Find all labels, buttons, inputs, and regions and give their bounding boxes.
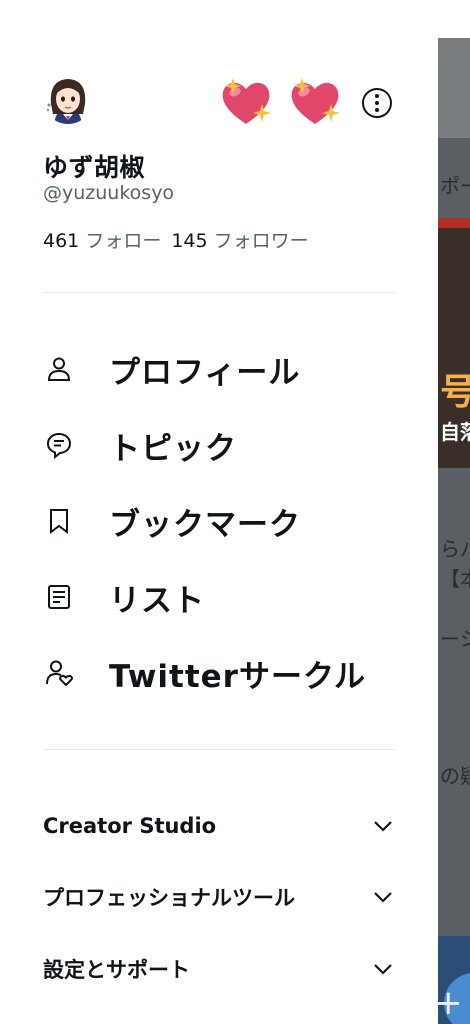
- section-professional-tools[interactable]: プロフェッショナルツール: [43, 872, 395, 922]
- section-settings-support[interactable]: 設定とサポート: [43, 944, 395, 994]
- nav-item-lists[interactable]: リスト: [43, 569, 423, 625]
- following-count: 461: [43, 230, 80, 252]
- nav-item-profile[interactable]: プロフィール: [43, 341, 423, 397]
- background-timeline-overlay[interactable]: ポー 号の 自落 らパ 【本 ーシ の疑 +: [438, 38, 470, 1024]
- nav-label: ブックマーク: [109, 506, 301, 543]
- nav-item-bookmarks[interactable]: ブックマーク: [43, 493, 423, 549]
- section-label: 設定とサポート: [43, 958, 190, 982]
- background-text: ポー: [440, 174, 470, 198]
- section-label: プロフェッショナルツール: [43, 886, 295, 910]
- dot-icon: [375, 108, 379, 112]
- following-label: フォロー: [85, 230, 162, 252]
- dot-icon: [375, 94, 379, 98]
- avatar-illustration: [43, 74, 93, 124]
- person-icon: [43, 353, 75, 385]
- followers-count: 145: [171, 230, 208, 252]
- side-drawer: ゆず胡椒 @yuzuukosyo 461 フォロー 145 フォロワー プロフィー…: [0, 0, 438, 1024]
- display-name[interactable]: ゆず胡椒: [43, 148, 145, 184]
- bookmark-icon: [43, 505, 75, 537]
- nav-item-topics[interactable]: トピック: [43, 417, 423, 473]
- following-link[interactable]: 461 フォロー: [43, 230, 161, 252]
- follow-stats: 461 フォロー 145 フォロワー: [43, 226, 309, 253]
- section-label: Creator Studio: [43, 814, 217, 838]
- lists-icon: [43, 581, 75, 613]
- background-text: らパ: [440, 537, 470, 561]
- avatar[interactable]: [43, 74, 93, 124]
- sparkling-heart-icon: [291, 78, 340, 124]
- nav-label: リスト: [109, 582, 205, 619]
- nav-label: トピック: [109, 430, 237, 467]
- compose-fab[interactable]: +: [438, 973, 470, 1024]
- divider: [43, 292, 395, 293]
- sparkling-heart-icon: [222, 78, 271, 124]
- section-creator-studio[interactable]: Creator Studio: [43, 801, 395, 851]
- background-text: ーシ: [440, 627, 470, 651]
- followers-link[interactable]: 145 フォロワー: [171, 230, 308, 252]
- nav-label: Twitterサークル: [109, 658, 367, 695]
- background-text: の疑: [440, 764, 470, 788]
- background-header: [438, 38, 470, 138]
- background-text: 【本: [440, 567, 470, 591]
- background-media-bar: [438, 218, 470, 228]
- user-handle: @yuzuukosyo: [43, 182, 175, 204]
- nav-label: プロフィール: [109, 354, 301, 391]
- chevron-down-icon: [374, 821, 392, 832]
- more-accounts-button[interactable]: [362, 88, 392, 118]
- circle-icon: [43, 657, 75, 689]
- topics-icon: [43, 429, 75, 461]
- chevron-down-icon: [374, 892, 392, 903]
- chevron-down-icon: [374, 964, 392, 975]
- dot-icon: [375, 101, 379, 105]
- background-media-text: 自落: [440, 420, 470, 444]
- followers-label: フォロワー: [213, 230, 309, 252]
- divider: [43, 749, 395, 750]
- background-media-text: 号の: [440, 372, 470, 413]
- nav-item-twitter-circle[interactable]: Twitterサークル: [43, 645, 423, 701]
